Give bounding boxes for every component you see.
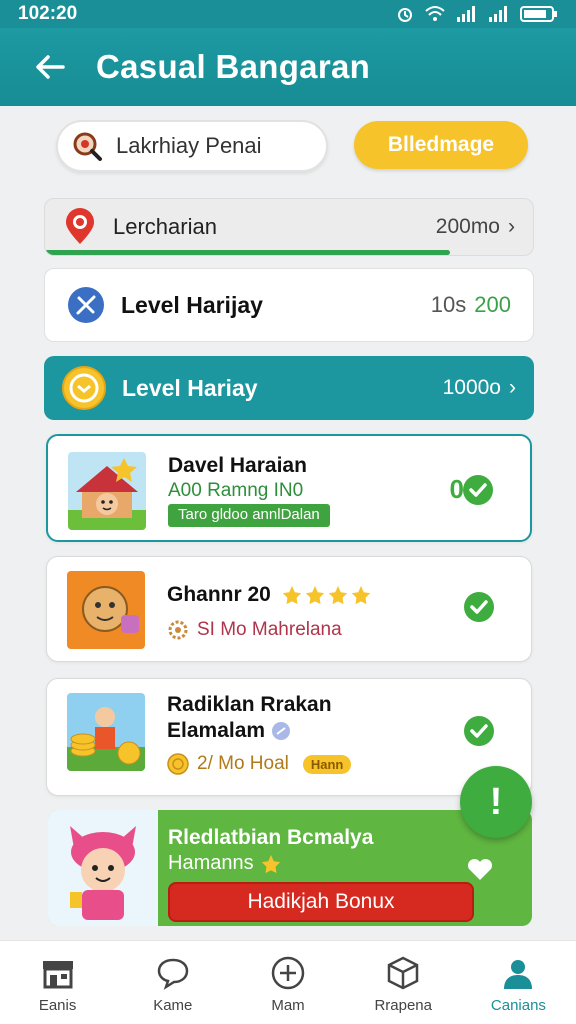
row-label: Level Harijay: [121, 291, 263, 318]
tools-icon: [68, 287, 104, 323]
status-icons: [396, 5, 558, 23]
star-icon: [282, 586, 301, 605]
card-title-2-wrap: Elamalam: [167, 719, 291, 743]
card-tag: Taro gldoo annlDalan: [168, 504, 330, 527]
search-placeholder: Lakrhiay Penai: [116, 133, 262, 158]
row-value: 1000o ›: [443, 376, 516, 400]
card-subtitle-wrap: SI Mo Mahrelana: [167, 619, 342, 641]
task-card[interactable]: Davel Haraian A00 Ramng IN0 Taro gldoo a…: [46, 434, 532, 542]
page-title: Casual Bangaran: [96, 48, 371, 85]
location-pin-icon: [66, 208, 94, 244]
coins-illustration: [67, 693, 145, 771]
progress-bar: [45, 250, 451, 255]
nav-item-add[interactable]: Mam: [230, 941, 345, 1024]
chat-icon: [157, 958, 189, 990]
card-title: Ghannr 20: [167, 583, 271, 606]
check-circle-icon: [464, 592, 494, 622]
card-title: Radiklan Rrakan: [167, 693, 332, 716]
battery-icon: [520, 6, 557, 22]
house-illustration: [68, 452, 146, 530]
floating-action-button[interactable]: !: [460, 766, 532, 838]
back-button[interactable]: [30, 47, 70, 87]
app-bar: Casual Bangaran: [0, 28, 576, 106]
level-row-3[interactable]: Level Hariay 1000o ›: [44, 356, 534, 420]
status-time: 102:20: [18, 3, 78, 24]
row-label: Level Hariay: [122, 374, 258, 401]
level-row-2[interactable]: Level Harijay 10s 200: [44, 268, 534, 342]
nav-label: Mam: [271, 997, 305, 1014]
heart-icon[interactable]: [466, 858, 494, 882]
signal-icon-2: [489, 6, 507, 22]
cube-icon: [387, 956, 419, 990]
character-illustration: [67, 571, 145, 649]
nav-item-home[interactable]: Eanis: [0, 941, 115, 1024]
nav-item-profile[interactable]: Canians: [461, 941, 576, 1024]
card-title: Davel Haraian: [168, 454, 307, 477]
task-card[interactable]: Radiklan Rrakan Elamalam 2/ Mo Hoal Hann: [46, 678, 532, 796]
card-subtitle-wrap: 2/ Mo Hoal Hann: [167, 753, 352, 775]
nav-label: Kame: [153, 997, 193, 1014]
nav-label: Canians: [490, 997, 546, 1014]
nav-item-chat[interactable]: Kame: [115, 941, 230, 1024]
coin-icon: [62, 366, 106, 410]
gem-icon: [272, 722, 291, 740]
search-input[interactable]: Lakrhiay Penai: [56, 120, 328, 172]
task-card[interactable]: Ghannr 20 SI Mo Mahrelana: [46, 556, 532, 662]
check-circle-icon: [463, 475, 493, 505]
bottom-navigation: Eanis Kame Mam Rrapena Canians: [0, 940, 576, 1024]
level-row-1[interactable]: Lercharian 200mo ›: [44, 198, 534, 256]
chevron-right-icon: ›: [508, 215, 515, 238]
arrow-left-icon: [36, 55, 65, 79]
nav-item-box[interactable]: Rrapena: [346, 941, 461, 1024]
star-rating: [281, 584, 372, 606]
promo-subtitle-wrap: Hamanns: [168, 852, 282, 875]
coin-icon: [167, 753, 189, 775]
promo-subtitle: Hamanns: [168, 852, 254, 874]
row-value-suffix: 200: [474, 292, 511, 317]
chevron-right-icon: ›: [509, 376, 516, 399]
row-value-text: 1000o: [442, 376, 501, 399]
card-title-wrap: Ghannr 20: [167, 583, 372, 607]
alarm-icon: [398, 8, 412, 22]
promo-title: Rledlatbian Bcmalya: [168, 826, 374, 849]
plus-circle-icon: [271, 956, 305, 990]
star-icon: [351, 586, 370, 605]
card-subtitle: 2/ Mo Hoal: [197, 753, 289, 774]
action-button[interactable]: Blledmage: [354, 121, 528, 169]
wifi-icon: [425, 6, 445, 21]
row-value-text: 200mo: [435, 215, 500, 238]
bonus-button[interactable]: Hadikjah Bonux: [168, 882, 474, 922]
search-icon: [73, 132, 102, 161]
bonus-promo-card[interactable]: Rledlatbian Bcmalya Hamanns Hadikjah Bon…: [48, 810, 532, 926]
signal-icon: [457, 6, 475, 22]
star-icon: [261, 854, 280, 873]
store-icon: [42, 961, 73, 989]
row-value: 200mo ›: [436, 215, 515, 239]
status-bar: 102:20: [0, 0, 576, 28]
gear-icon: [168, 620, 188, 640]
check-circle-icon: [464, 716, 494, 746]
user-icon: [504, 960, 533, 989]
row-value-prefix: 10s: [430, 292, 467, 317]
nav-label: Eanis: [38, 997, 77, 1014]
card-subtitle: A00 Ramng IN0: [168, 480, 304, 501]
card-subtitle: SI Mo Mahrelana: [197, 619, 342, 640]
girl-illustration: [48, 810, 158, 926]
nav-label: Rrapena: [374, 997, 432, 1014]
star-icon: [305, 586, 324, 605]
row-value: 10s 200: [431, 292, 511, 318]
row-label: Lercharian: [113, 214, 217, 239]
star-icon: [328, 586, 347, 605]
card-badge: Hann: [302, 754, 352, 774]
card-title-2: Elamalam: [167, 719, 266, 742]
